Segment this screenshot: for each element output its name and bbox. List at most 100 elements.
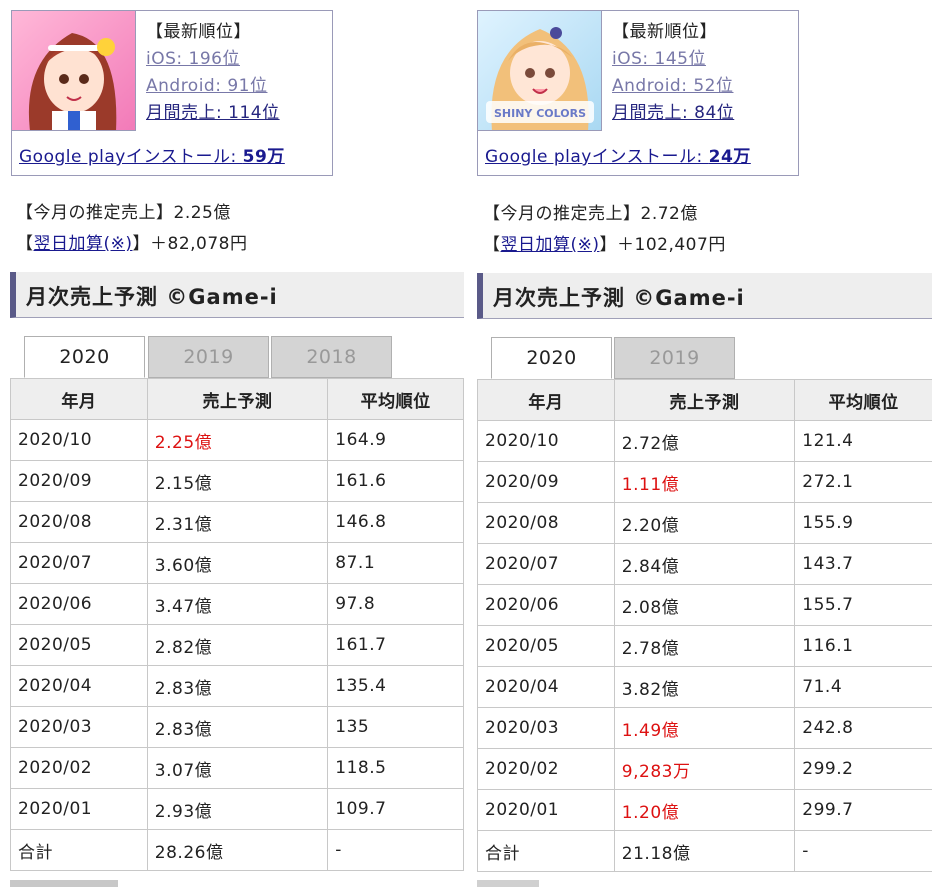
next-day-addition: 【翌日加算(※)】＋82,078円 [16,229,248,254]
sales-forecast-table: 年月 売上予測 平均順位 2020/10 2.25億 164.9 2020/09 2.1… [10,378,464,871]
sales-cell: 2.93億 [146,788,329,830]
rank-cell: 135 [327,706,464,748]
total-rank-cell: - [327,829,464,871]
total-rank-cell: - [794,830,932,872]
google-play-value: 24万 [708,147,751,167]
google-play-installs: Google playインストール: 24万 [478,131,798,175]
month-cell: 2020/08 [477,502,615,544]
sales-cell: 2.83億 [146,665,329,707]
month-cell: 2020/04 [477,666,615,708]
sales-cell: 2.31億 [146,501,329,543]
column-header-rank: 平均順位 [327,378,464,420]
ranking-header: 【最新順位】 [146,22,251,42]
next-day-addition-value: 】＋82,078円 [132,234,248,254]
table-row: 2020/01 2.93億 109.7 [10,788,464,830]
character-portrait-icon [12,11,135,130]
month-cell: 2020/02 [477,748,615,790]
tab-2020[interactable]: 2020 [491,337,612,379]
sales-cell: 2.08億 [613,584,796,626]
rank-cell: 272.1 [794,461,932,503]
sales-cell: 2.83億 [146,706,329,748]
sales-cell: 2.20億 [613,502,796,544]
game-thumbnail[interactable]: SHINY COLORS [478,11,602,131]
game-info-box: SHINY COLORS 【最新順位】 iOS: 145位 Android: 5… [477,10,799,176]
month-cell: 2020/09 [10,460,148,502]
month-cell: 2020/04 [10,665,148,707]
table-row: 2020/07 3.60億 87.1 [10,542,464,584]
table-row: 2020/07 2.84億 143.7 [477,543,932,585]
next-day-addition-link[interactable]: 翌日加算(※) [501,235,600,255]
column-header-month: 年月 [477,379,615,421]
total-sales-cell: 28.26億 [146,829,329,871]
table-row: 2020/09 2.15億 161.6 [10,460,464,502]
table-header-row: 年月 売上予測 平均順位 [477,379,932,421]
rank-cell: 121.4 [794,420,932,462]
google-play-installs-link[interactable]: Google playインストール: 24万 [485,147,751,167]
total-label-cell: 合計 [477,830,615,872]
android-rank-link[interactable]: Android: 91位 [146,76,268,96]
rank-cell: 87.1 [327,542,464,584]
google-play-installs-link[interactable]: Google playインストール: 59万 [19,147,285,167]
rank-cell: 299.2 [794,748,932,790]
rank-cell: 118.5 [327,747,464,789]
rank-cell: 143.7 [794,543,932,585]
rank-cell: 161.7 [327,624,464,666]
sales-cell: 3.82億 [613,666,796,708]
table-row: 2020/05 2.78億 116.1 [477,625,932,667]
table-row: 2020/04 2.83億 135.4 [10,665,464,707]
android-rank-link[interactable]: Android: 52位 [612,76,734,96]
table-row: 2020/10 2.25億 164.9 [10,419,464,461]
monthly-sales-rank-link[interactable]: 月間売上: 114位 [146,103,280,123]
tab-2020[interactable]: 2020 [24,336,145,378]
google-play-label: Google playインストール: [485,147,709,167]
rank-cell: 161.6 [327,460,464,502]
table-row: 2020/08 2.31億 146.8 [10,501,464,543]
next-day-addition: 【翌日加算(※)】＋102,407円 [483,230,726,255]
svg-text:SHINY COLORS: SHINY COLORS [494,107,586,120]
rank-cell: 299.7 [794,789,932,831]
horizontal-scrollbar[interactable] [477,880,539,887]
tab-2018[interactable]: 2018 [271,336,392,378]
table-row: 2020/05 2.82億 161.7 [10,624,464,666]
monthly-sales-rank-link[interactable]: 月間売上: 84位 [612,103,734,123]
rank-cell: 71.4 [794,666,932,708]
sales-cell: 3.07億 [146,747,329,789]
rank-cell: 97.8 [327,583,464,625]
table-row: 2020/08 2.20億 155.9 [477,502,932,544]
horizontal-scrollbar[interactable] [10,880,118,887]
month-cell: 2020/05 [477,625,615,667]
sales-cell: 9,283万 [613,748,796,790]
table-row: 2020/09 1.11億 272.1 [477,461,932,503]
sales-cell: 2.84億 [613,543,796,585]
next-day-addition-link[interactable]: 翌日加算(※) [34,234,133,254]
tab-2019[interactable]: 2019 [614,337,735,379]
sales-cell: 1.49億 [613,707,796,749]
sales-forecast-table: 年月 売上予測 平均順位 2020/10 2.72億 121.4 2020/09 1.1… [477,379,932,872]
table-row: 2020/01 1.20億 299.7 [477,789,932,831]
table-header-row: 年月 売上予測 平均順位 [10,378,464,420]
ios-rank-link[interactable]: iOS: 145位 [612,49,706,69]
game-thumbnail[interactable] [12,11,136,131]
bracket-open: 【 [483,235,501,255]
sales-cell: 2.78億 [613,625,796,667]
table-row: 2020/04 3.82億 71.4 [477,666,932,708]
estimated-sales-label: 【今月の推定売上】 [483,204,641,224]
month-cell: 2020/02 [10,747,148,789]
estimated-sales: 【今月の推定売上】2.25億 [16,198,231,223]
month-cell: 2020/03 [10,706,148,748]
total-label-cell: 合計 [10,829,148,871]
google-play-label: Google playインストール: [19,147,243,167]
tab-2019[interactable]: 2019 [148,336,269,378]
month-cell: 2020/09 [477,461,615,503]
column-header-rank: 平均順位 [794,379,932,421]
sales-cell: 2.82億 [146,624,329,666]
month-cell: 2020/06 [477,584,615,626]
google-play-value: 59万 [242,147,285,167]
month-cell: 2020/06 [10,583,148,625]
table-row: 2020/02 9,283万 299.2 [477,748,932,790]
column-header-month: 年月 [10,378,148,420]
bracket-open: 【 [16,234,34,254]
sales-cell: 2.25億 [146,419,329,461]
estimated-sales: 【今月の推定売上】2.72億 [483,199,698,224]
ios-rank-link[interactable]: iOS: 196位 [146,49,240,69]
